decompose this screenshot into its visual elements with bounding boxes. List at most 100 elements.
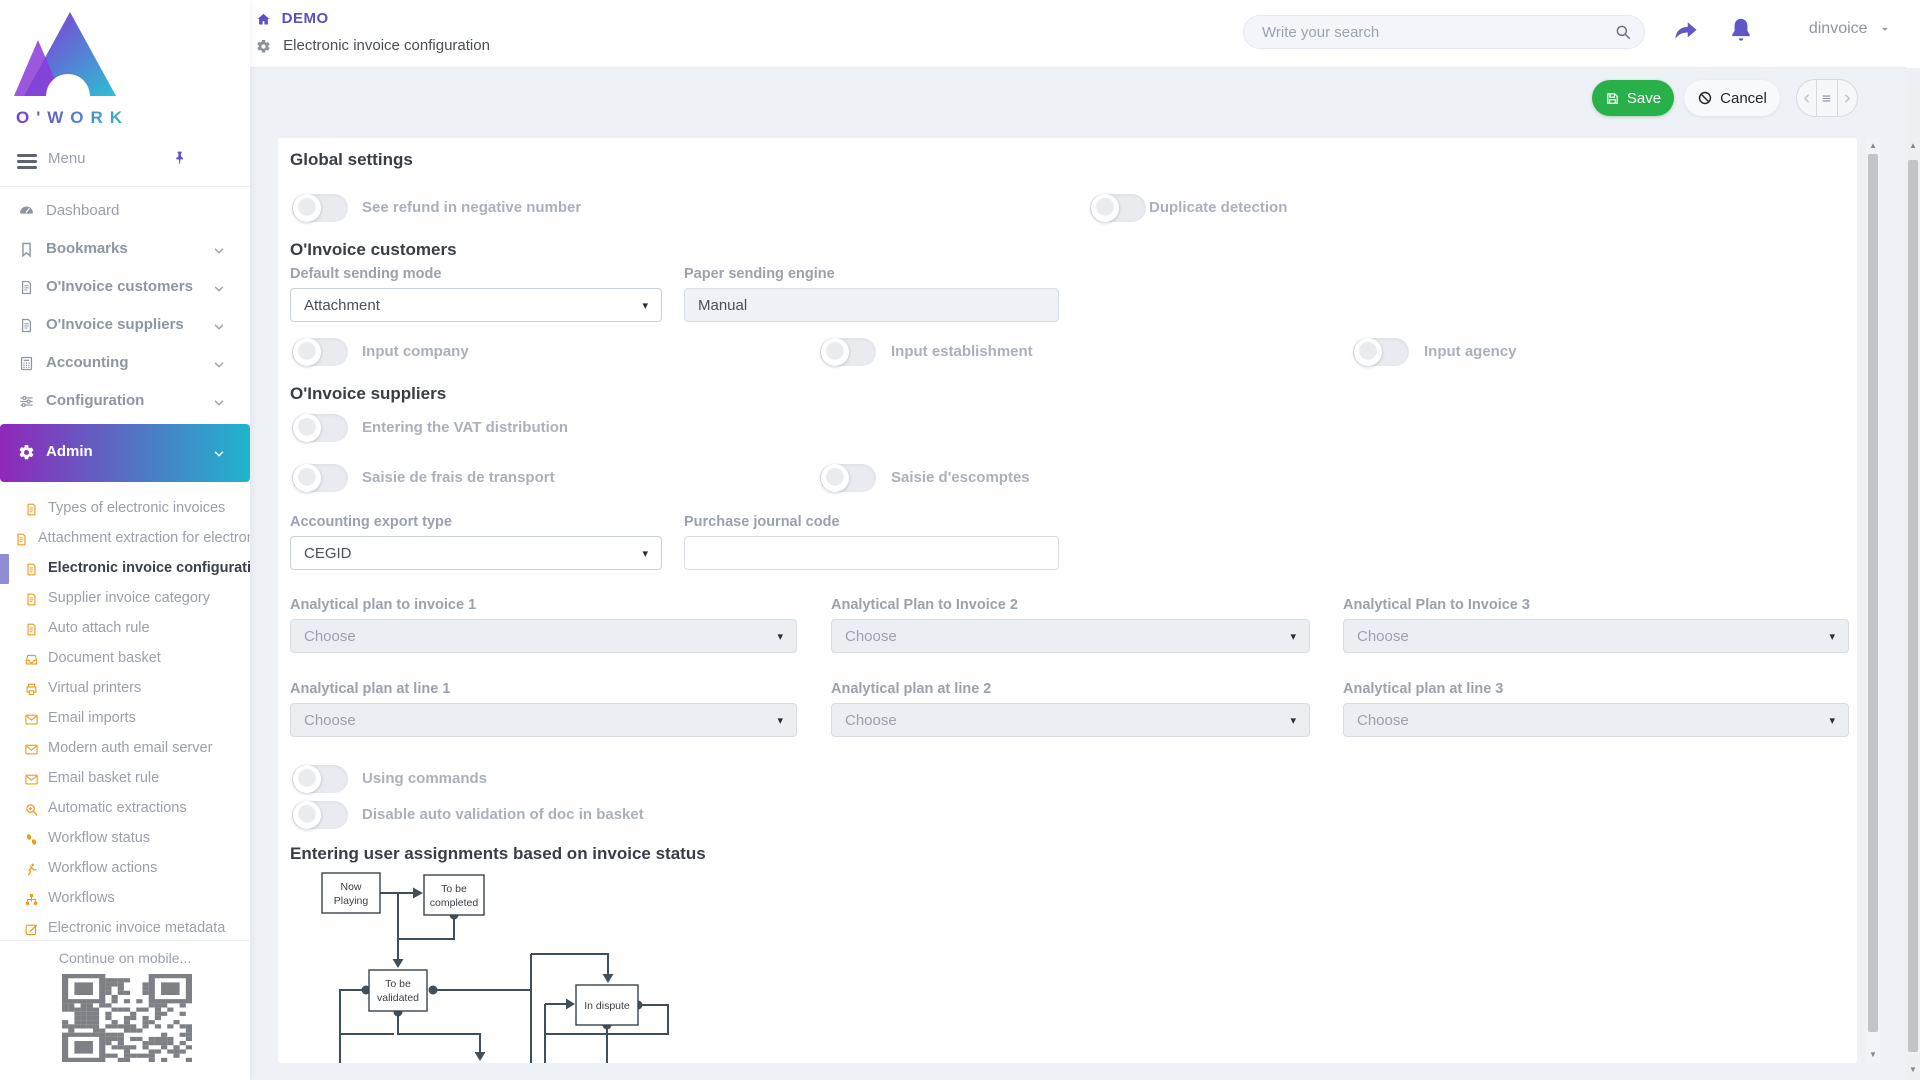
saisie-escomptes-toggle[interactable] [820, 464, 876, 492]
analytical-plan-invoice1-label: Analytical plan to invoice 1 [290, 597, 476, 613]
search-input[interactable] [1262, 16, 1602, 48]
disable-auto-validation-toggle[interactable] [292, 801, 348, 829]
page-title: Electronic invoice configuration [256, 37, 490, 54]
app-logo[interactable]: O'WORK [0, 8, 250, 108]
admin-subitem-workflow-status[interactable]: Workflow status [0, 824, 250, 854]
admin-subitem-electronic-invoice-configuration[interactable]: Electronic invoice configuration [0, 554, 250, 584]
analytical-plan-invoice2-select[interactable]: Choose▾ [831, 619, 1310, 653]
purchase-journal-code-input[interactable] [684, 536, 1059, 570]
admin-subitem-workflows[interactable]: Workflows [0, 884, 250, 914]
svg-text:To be: To be [441, 883, 467, 895]
sidebar-item-oinvoice-customers[interactable]: O'Invoice customers [0, 269, 250, 307]
scroll-down-arrow[interactable]: ▼ [1866, 1049, 1880, 1061]
file-invoice-icon [24, 501, 39, 519]
breadcrumb-home-label: DEMO [282, 10, 329, 27]
search-icon[interactable] [1614, 23, 1632, 41]
admin-subitem-types-of-electronic-invoices[interactable]: Types of electronic invoices [0, 494, 250, 524]
save-button[interactable]: Save [1592, 80, 1674, 116]
svg-text:completed: completed [430, 897, 479, 909]
admin-subitem-modern-auth-email-server[interactable]: Modern auth email server [0, 734, 250, 764]
pager-previous-button[interactable] [1797, 80, 1816, 116]
sidebar-item-label: Accounting [46, 354, 129, 371]
file-invoice-icon [24, 621, 39, 639]
duplicate-detection-toggle[interactable] [1090, 194, 1146, 222]
diagram-node-to-be-validated[interactable] [369, 970, 427, 1011]
envelope-icon [24, 711, 39, 729]
admin-subitem-virtual-printers[interactable]: Virtual printers [0, 674, 250, 704]
user-menu[interactable]: dinvoice [1809, 20, 1892, 38]
search-bar [1243, 15, 1645, 49]
chevron-down-icon [212, 280, 226, 298]
default-sending-mode-label: Default sending mode [290, 266, 441, 282]
admin-subitem-auto-attach-rule[interactable]: Auto attach rule [0, 614, 250, 644]
disable-auto-validation-label: Disable auto validation of doc in basket [362, 801, 644, 829]
diagram-node-to-be-completed[interactable] [424, 875, 484, 915]
sidebar-item-dashboard[interactable]: Dashboard [0, 193, 250, 231]
analytical-plan-line3-label: Analytical plan at line 3 [1343, 681, 1503, 697]
admin-subitem-attachment-extraction[interactable]: Attachment extraction for electron [0, 524, 250, 554]
page-scrollbar[interactable]: ▲ ▼ [1906, 0, 1920, 1080]
sidebar-item-configuration[interactable]: Configuration [0, 383, 250, 421]
scrollbar-thumb[interactable] [1868, 154, 1878, 1032]
svg-text:Playing: Playing [334, 895, 369, 907]
pager-list-button[interactable] [1816, 80, 1837, 116]
input-agency-label: Input agency [1424, 338, 1517, 366]
sidebar-item-bookmarks[interactable]: Bookmarks [0, 231, 250, 269]
analytical-plan-line2-select[interactable]: Choose▾ [831, 703, 1310, 737]
paper-sending-engine-label: Paper sending engine [684, 266, 835, 282]
floppy-icon [1605, 91, 1620, 106]
using-commands-toggle[interactable] [292, 765, 348, 793]
action-bar: Save Cancel [250, 68, 1920, 138]
entering-vat-toggle[interactable] [292, 414, 348, 442]
input-agency-toggle[interactable] [1353, 338, 1409, 366]
admin-subitem-automatic-extractions[interactable]: Automatic extractions [0, 794, 250, 824]
sidebar-item-admin[interactable]: Admin [0, 424, 250, 482]
list-icon [1820, 92, 1833, 105]
pen-square-icon [24, 921, 39, 939]
scrollbar-thumb[interactable] [1908, 160, 1918, 1052]
accounting-export-type-label: Accounting export type [290, 514, 452, 530]
hamburger-icon[interactable] [17, 154, 37, 170]
pin-icon[interactable] [172, 149, 188, 167]
accounting-export-type-select[interactable]: CEGID▾ [290, 536, 662, 570]
admin-subitem-workflow-actions[interactable]: Workflow actions [0, 854, 250, 884]
scroll-up-arrow[interactable]: ▲ [1906, 140, 1920, 152]
bookmark-icon [18, 241, 35, 259]
saisie-frais-label: Saisie de frais de transport [362, 464, 555, 492]
sidebar-menu-header: Menu [0, 146, 250, 182]
content-scrollbar[interactable]: ▲ ▼ [1866, 138, 1880, 1063]
analytical-plan-invoice1-select[interactable]: Choose▾ [290, 619, 797, 653]
analytical-plan-invoice3-select[interactable]: Choose▾ [1343, 619, 1849, 653]
analytical-plan-line1-select[interactable]: Choose▾ [290, 703, 797, 737]
section-title-suppliers: O'Invoice suppliers [290, 384, 446, 404]
scroll-up-arrow[interactable]: ▲ [1866, 140, 1880, 152]
sidebar-item-accounting[interactable]: Accounting [0, 345, 250, 383]
divider [0, 186, 250, 187]
chevron-down-icon [212, 394, 226, 412]
saisie-frais-toggle[interactable] [292, 464, 348, 492]
runner-icon [24, 861, 39, 879]
sidebar-item-oinvoice-suppliers[interactable]: O'Invoice suppliers [0, 307, 250, 345]
admin-subitem-document-basket[interactable]: Document basket [0, 644, 250, 674]
calculator-icon [18, 355, 35, 373]
pager-next-button[interactable] [1838, 80, 1857, 116]
gear-icon [18, 444, 35, 462]
bell-icon[interactable] [1727, 16, 1755, 44]
analytical-plan-line3-select[interactable]: Choose▾ [1343, 703, 1849, 737]
scroll-down-arrow[interactable]: ▼ [1906, 1064, 1920, 1076]
sidebar-item-label: Admin [46, 443, 93, 460]
input-establishment-toggle[interactable] [820, 338, 876, 366]
admin-subitem-supplier-invoice-category[interactable]: Supplier invoice category [0, 584, 250, 614]
share-icon[interactable] [1672, 17, 1700, 45]
breadcrumb[interactable]: DEMO [256, 10, 329, 27]
admin-subitem-email-imports[interactable]: Email imports [0, 704, 250, 734]
admin-subitem-email-basket-rule[interactable]: Email basket rule [0, 764, 250, 794]
diagram-node-now-playing[interactable] [322, 873, 380, 913]
paper-sending-engine-input[interactable] [684, 288, 1059, 322]
default-sending-mode-select[interactable]: Attachment▾ [290, 288, 662, 322]
envelope-icon [24, 771, 39, 789]
see-refund-toggle[interactable] [292, 194, 348, 222]
continue-on-mobile-label: Continue on mobile... [0, 950, 250, 966]
input-company-toggle[interactable] [292, 338, 348, 366]
cancel-button[interactable]: Cancel [1684, 80, 1780, 116]
